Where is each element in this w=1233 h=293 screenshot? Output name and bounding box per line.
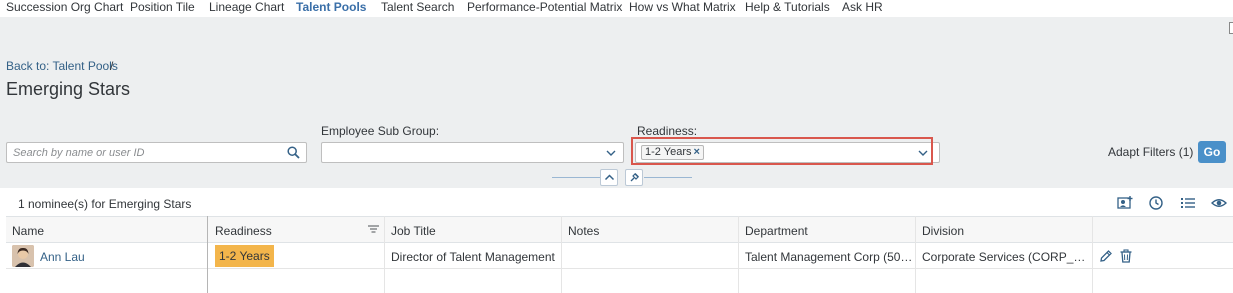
readiness-select[interactable]: 1-2 Years × — [635, 142, 940, 163]
collapse-divider-left — [552, 177, 600, 178]
column-header-notes[interactable]: Notes — [568, 224, 599, 238]
history-icon[interactable] — [1148, 195, 1164, 211]
list-view-icon[interactable] — [1180, 195, 1196, 211]
edit-icon[interactable] — [1099, 249, 1113, 263]
tab-lineage-chart[interactable]: Lineage Chart — [209, 0, 284, 14]
search-icon[interactable] — [287, 146, 300, 159]
column-divider — [384, 216, 385, 293]
column-divider — [561, 216, 562, 293]
tab-talent-pools[interactable]: Talent Pools — [296, 0, 366, 14]
go-button[interactable]: Go — [1198, 141, 1226, 163]
nominee-name-link[interactable]: Ann Lau — [40, 250, 85, 264]
add-nominee-icon[interactable] — [1117, 195, 1133, 211]
column-divider — [915, 216, 916, 293]
pin-icon — [630, 173, 639, 182]
tab-position-tile[interactable]: Position Tile — [130, 0, 195, 14]
pin-header-button[interactable] — [625, 169, 643, 186]
avatar — [12, 245, 34, 267]
chevron-down-icon[interactable] — [605, 147, 617, 159]
top-navigation: Succession Org Chart Position Tile Linea… — [0, 0, 1233, 17]
column-header-readiness[interactable]: Readiness — [215, 224, 272, 238]
search-field[interactable] — [6, 142, 307, 163]
visibility-icon[interactable] — [1211, 195, 1227, 211]
breadcrumb-separator: / — [110, 59, 114, 73]
readiness-badge: 1-2 Years — [215, 245, 274, 267]
readiness-token: 1-2 Years × — [641, 145, 704, 160]
readiness-label: Readiness: — [637, 124, 698, 138]
department-cell: Talent Management Corp (500... — [745, 250, 915, 264]
column-header-division[interactable]: Division — [922, 224, 964, 238]
readiness-token-label: 1-2 Years — [645, 146, 692, 158]
tab-talent-search[interactable]: Talent Search — [381, 0, 454, 14]
column-divider — [1092, 216, 1093, 293]
token-remove-icon[interactable]: × — [693, 146, 699, 158]
collapse-divider-right — [644, 177, 692, 178]
adapt-filters-button[interactable]: Adapt Filters (1) — [1108, 145, 1193, 159]
chevron-down-icon[interactable] — [917, 147, 929, 159]
nominee-count: 1 nominee(s) for Emerging Stars — [18, 197, 192, 211]
delete-icon[interactable] — [1119, 249, 1133, 263]
window-edge-marker — [1229, 22, 1233, 34]
table-row[interactable]: Ann Lau 1-2 Years Director of Talent Man… — [6, 243, 1233, 269]
employee-sub-group-label: Employee Sub Group: — [321, 124, 440, 138]
division-cell: Corporate Services (CORP_SV... — [922, 250, 1090, 264]
tab-ask-hr[interactable]: Ask HR — [842, 0, 883, 14]
column-header-department[interactable]: Department — [745, 224, 808, 238]
job-title-cell: Director of Talent Management — [391, 250, 555, 264]
table-header: Name Readiness Job Title Notes Departmen… — [6, 216, 1233, 243]
column-header-job-title[interactable]: Job Title — [391, 224, 436, 238]
tab-performance-potential-matrix[interactable]: Performance-Potential Matrix — [467, 0, 622, 14]
chevron-up-icon — [604, 174, 615, 181]
tab-how-vs-what-matrix[interactable]: How vs What Matrix — [629, 0, 736, 14]
search-input[interactable] — [13, 145, 283, 160]
tab-help-tutorials[interactable]: Help & Tutorials — [745, 0, 830, 14]
employee-sub-group-select[interactable] — [321, 142, 624, 163]
tab-succession-org-chart[interactable]: Succession Org Chart — [6, 0, 123, 14]
collapse-header-button[interactable] — [600, 169, 618, 186]
back-to-talent-pools-link[interactable]: Back to: Talent Pools — [6, 59, 118, 73]
column-header-name[interactable]: Name — [12, 224, 44, 238]
page-title: Emerging Stars — [6, 79, 131, 99]
column-divider[interactable] — [207, 216, 208, 293]
column-divider — [738, 216, 739, 293]
column-filter-icon — [368, 225, 379, 233]
